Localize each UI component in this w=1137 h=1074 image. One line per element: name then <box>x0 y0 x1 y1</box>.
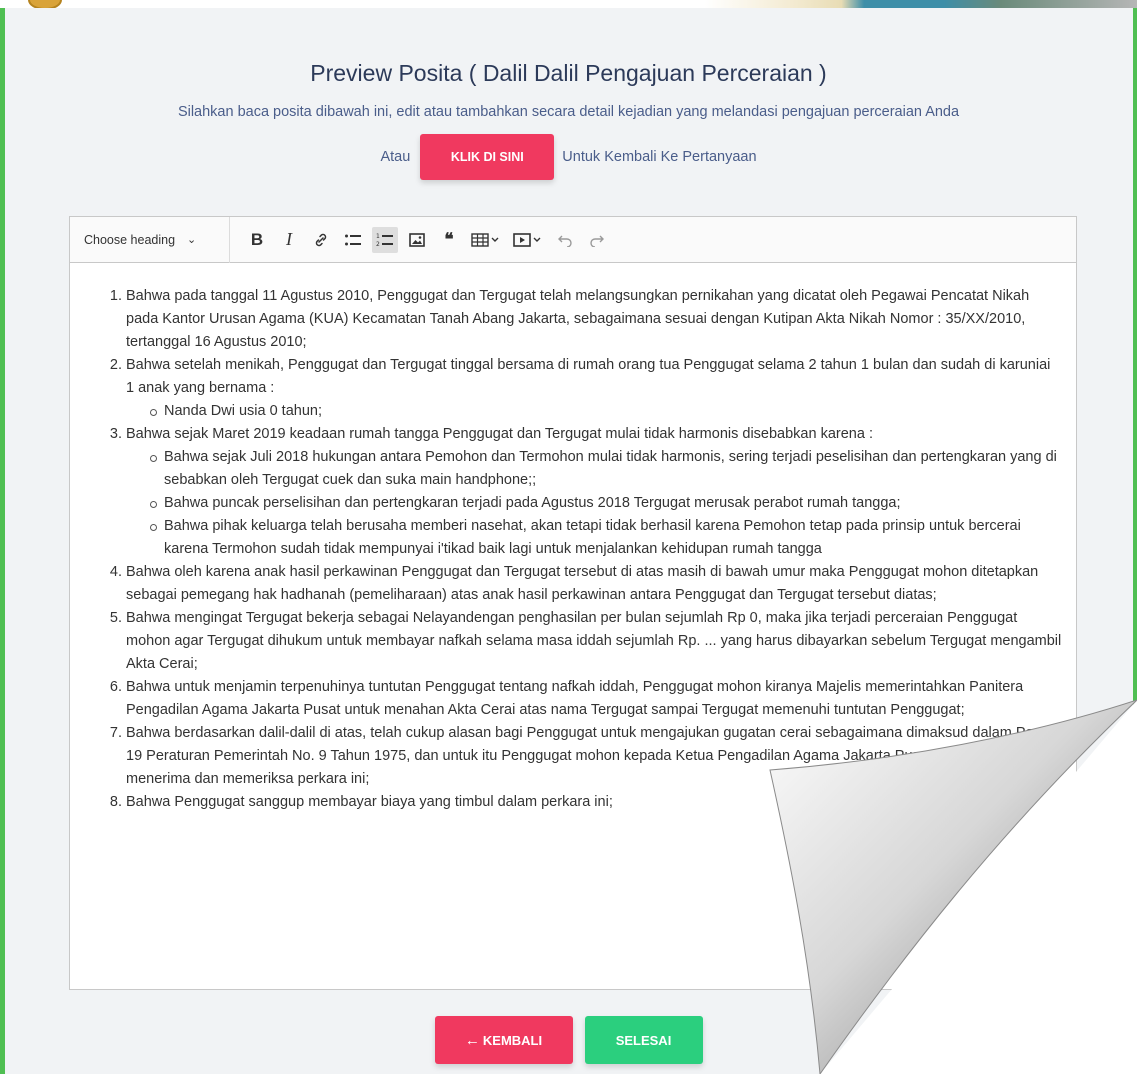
svg-text:2: 2 <box>376 241 380 248</box>
media-icon[interactable] <box>510 227 546 253</box>
sub-list-item: Nanda Dwi usia 0 tahun; <box>146 400 1062 423</box>
kembali-button[interactable]: ← KEMBALI <box>434 1016 573 1064</box>
posita-list: Bahwa pada tanggal 11 Agustus 2010, Peng… <box>106 285 1062 814</box>
svg-text:1: 1 <box>376 233 380 240</box>
numbered-list-icon[interactable]: 12 <box>372 226 398 253</box>
kembali-label: KEMBALI <box>482 1032 543 1048</box>
link-icon[interactable] <box>308 227 334 253</box>
atau-label: Atau <box>380 149 411 165</box>
heading-dropdown[interactable]: Choose heading ⌄ <box>84 216 230 263</box>
page-title: Preview Posita ( Dalil Dalil Pengajuan P… <box>310 60 827 86</box>
chevron-down-icon: ⌄ <box>187 234 197 246</box>
top-decoration <box>0 0 1137 8</box>
undo-icon[interactable] <box>552 227 578 253</box>
editor-content[interactable]: Bahwa pada tanggal 11 Agustus 2010, Peng… <box>70 263 1076 814</box>
bulleted-list-icon[interactable] <box>340 227 366 253</box>
klik-disini-button[interactable]: KLIK DI SINI <box>420 134 555 180</box>
list-item: Bahwa sejak Maret 2019 keadaan rumah tan… <box>126 423 1062 561</box>
bold-icon[interactable]: B <box>244 227 270 253</box>
back-to-questions-row: Atau KLIK DI SINI Untuk Kembali Ke Perta… <box>0 134 1137 180</box>
redo-icon[interactable] <box>584 227 610 253</box>
sub-list-item: Bahwa pihak keluarga telah berusaha memb… <box>146 515 1062 561</box>
list-item: Bahwa untuk menjamin terpenuhinya tuntut… <box>126 676 1062 722</box>
selesai-button[interactable]: SELESAI <box>584 1016 703 1064</box>
list-item: Bahwa berdasarkan dalil-dalil di atas, t… <box>126 722 1062 791</box>
sub-list: Bahwa sejak Juli 2018 hukungan antara Pe… <box>126 446 1062 561</box>
heading-dropdown-label: Choose heading <box>84 232 176 247</box>
list-item: Bahwa setelah menikah, Penggugat dan Ter… <box>126 354 1062 423</box>
sub-list-item: Bahwa puncak perselisihan dan pertengkar… <box>146 492 1062 515</box>
footer-buttons: ← KEMBALI SELESAI <box>0 1016 1137 1064</box>
table-icon[interactable] <box>468 227 504 253</box>
editor-toolbar: Choose heading ⌄ B I 12 ❝ <box>70 216 1076 263</box>
back-to-questions-label: Untuk Kembali Ke Pertanyaan <box>562 149 757 165</box>
page-subtitle: Silahkan baca posita dibawah ini, edit a… <box>177 104 960 120</box>
sub-list: Nanda Dwi usia 0 tahun; <box>126 400 1062 423</box>
image-icon[interactable] <box>404 227 430 253</box>
list-item: Bahwa pada tanggal 11 Agustus 2010, Peng… <box>126 285 1062 354</box>
sub-list-item: Bahwa sejak Juli 2018 hukungan antara Pe… <box>146 446 1062 492</box>
list-item: Bahwa oleh karena anak hasil perkawinan … <box>126 561 1062 607</box>
italic-icon[interactable]: I <box>276 227 302 253</box>
rich-text-editor[interactable]: Choose heading ⌄ B I 12 ❝ 1. Bahwa pada … <box>69 216 1077 990</box>
arrow-left-icon: ← <box>464 1031 480 1049</box>
list-item: Bahwa Penggugat sanggup membayar biaya y… <box>126 791 1062 814</box>
blockquote-icon[interactable]: ❝ <box>436 227 462 253</box>
list-item: Bahwa mengingat Tergugat bekerja sebagai… <box>126 607 1062 676</box>
